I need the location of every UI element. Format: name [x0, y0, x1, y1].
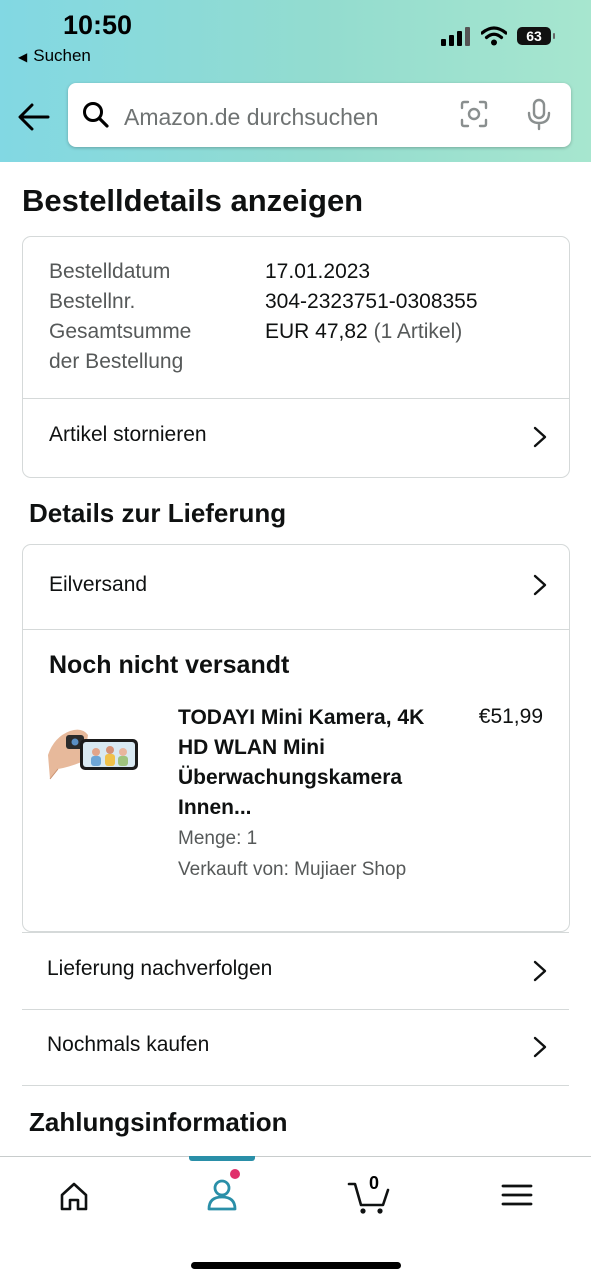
cart-count: 0	[369, 1173, 380, 1193]
track-delivery-label: Lieferung nachverfolgen	[47, 957, 273, 980]
shipment-status: Noch nicht versandt	[49, 651, 290, 679]
order-total-label-line1: Gesamtsumme	[49, 320, 192, 343]
order-total-label: Gesamtsumme der Bestellung	[49, 317, 191, 377]
signal-icon	[441, 27, 470, 46]
order-date-label: Bestelldatum	[49, 260, 171, 283]
product-title-link[interactable]: TODAYI Mini Kamera, 4K HD WLAN Mini Über…	[178, 703, 438, 823]
order-number-label: Bestellnr.	[49, 290, 136, 313]
product-image[interactable]	[48, 721, 140, 785]
order-total-value: EUR 47,82 (1 Artikel)	[265, 317, 462, 347]
product-price: €51,99	[478, 705, 543, 728]
order-total-items: (1 Artikel)	[373, 320, 463, 343]
home-icon[interactable]	[50, 1175, 98, 1215]
chevron-right-icon	[533, 426, 547, 448]
back-arrow-icon[interactable]	[16, 100, 52, 134]
wifi-icon	[481, 26, 507, 46]
buy-again-row[interactable]: Nochmals kaufen	[22, 1009, 569, 1086]
order-date-value: 17.01.2023	[265, 260, 371, 283]
cancel-items-row[interactable]: Artikel stornieren	[23, 399, 569, 476]
account-tab[interactable]	[198, 1169, 246, 1215]
order-summary-card: Bestelldatum 17.01.2023 Bestellnr. 304-2…	[22, 236, 570, 478]
battery-icon: 63	[517, 27, 555, 45]
camera-search-icon[interactable]	[459, 99, 489, 129]
product-seller: Verkauft von: Mujiaer Shop	[178, 859, 407, 880]
search-placeholder: Amazon.de durchsuchen	[124, 104, 379, 130]
back-app-label: Suchen	[33, 46, 91, 65]
status-time: 10:50	[63, 10, 133, 40]
chevron-right-icon	[533, 574, 547, 596]
order-total-label-line2: der Bestellung	[49, 350, 184, 373]
microphone-icon[interactable]	[527, 98, 551, 132]
search-input[interactable]: Amazon.de durchsuchen	[68, 83, 571, 147]
buy-again-label: Nochmals kaufen	[47, 1033, 210, 1056]
delivery-card: Eilversand Noch nicht versandt TODAYI Mi…	[22, 544, 570, 932]
page-title: Bestelldetails anzeigen	[22, 183, 364, 218]
delivery-section-title: Details zur Lieferung	[29, 498, 287, 528]
divider	[23, 629, 569, 630]
product-quantity: Menge: 1	[178, 828, 258, 849]
search-icon	[83, 102, 109, 128]
active-tab-indicator	[189, 1156, 255, 1161]
account-icon	[207, 1179, 237, 1211]
app-header: 10:50 ◀ Suchen 63 Amazon.de durchsuchen	[0, 0, 591, 162]
notification-dot	[230, 1169, 240, 1179]
menu-icon[interactable]	[493, 1175, 541, 1215]
chevron-right-icon	[533, 1036, 547, 1058]
cancel-items-label: Artikel stornieren	[49, 423, 207, 446]
chevron-right-icon	[533, 960, 547, 982]
status-icons: 63	[441, 26, 555, 46]
order-number-value: 304-2323751-0308355	[265, 290, 478, 313]
back-to-app-link[interactable]: ◀ Suchen	[18, 46, 91, 66]
track-delivery-row[interactable]: Lieferung nachverfolgen	[22, 932, 569, 1010]
cart-tab[interactable]: 0	[346, 1173, 394, 1215]
back-triangle-icon: ◀	[18, 50, 28, 64]
order-total-amount: EUR 47,82	[265, 320, 368, 343]
home-indicator	[191, 1262, 401, 1269]
shipping-method-label: Eilversand	[49, 573, 148, 596]
shipping-method-row[interactable]: Eilversand	[23, 545, 569, 629]
payment-section-title: Zahlungsinformation	[29, 1107, 288, 1137]
